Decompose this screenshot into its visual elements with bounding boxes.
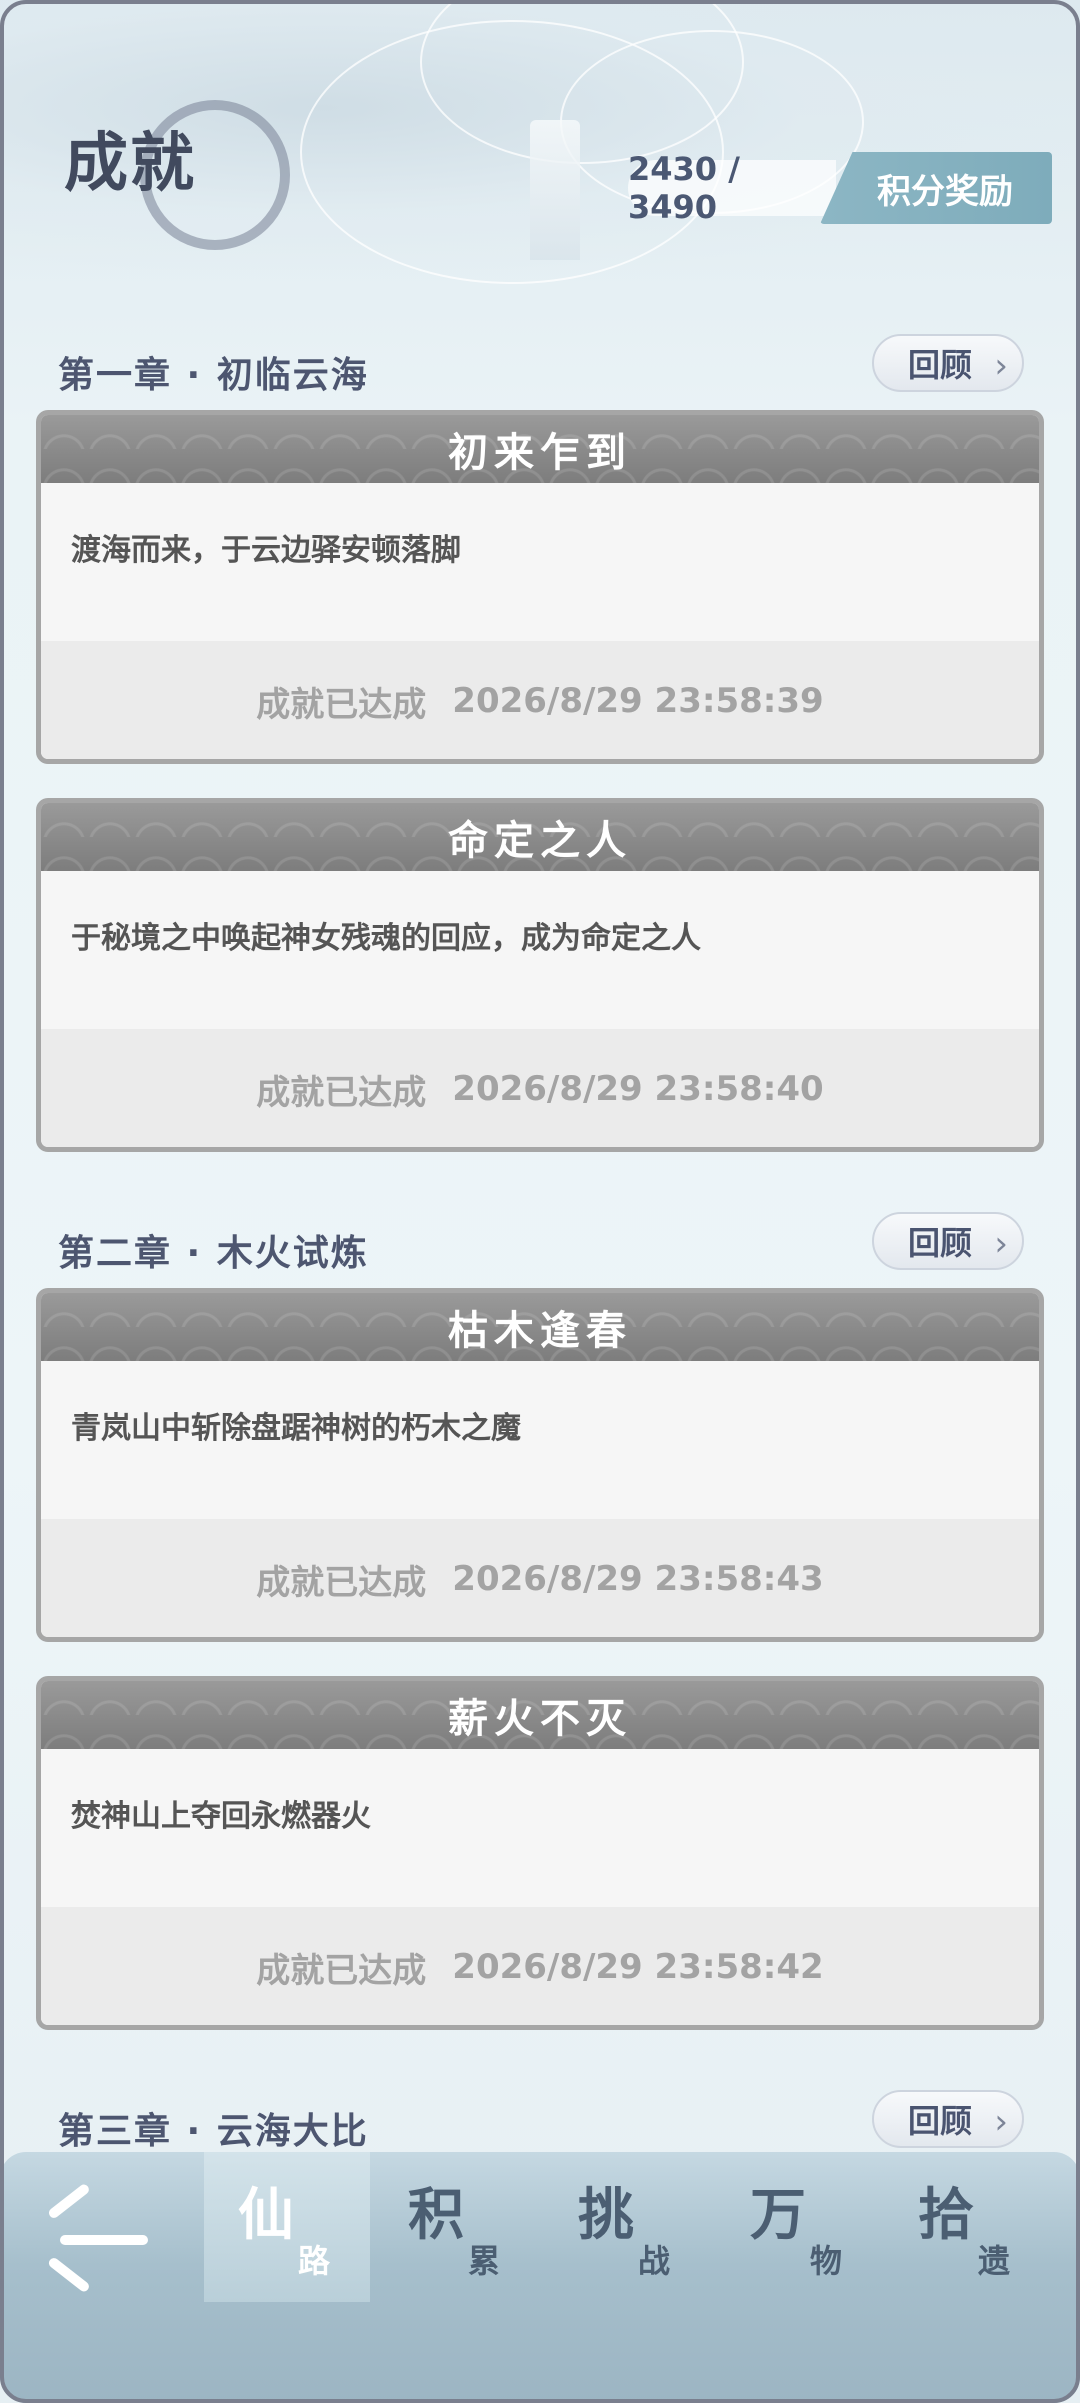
- card-header: 初来乍到: [41, 415, 1039, 483]
- timestamp: 2026/8/29 23:58:43: [452, 1559, 824, 1599]
- achievement-description: 渡海而来，于云边驿安顿落脚: [71, 533, 461, 568]
- achievement-description: 青岚山中斩除盘踞神树的朽木之魔: [71, 1411, 521, 1446]
- achievement-status: 成就已达成 2026/8/29 23:58:40: [41, 1029, 1039, 1147]
- achievement-card: 命定之人 于秘境之中唤起神女残魂的回应，成为命定之人 成就已达成 2026/8/…: [36, 798, 1044, 1152]
- tab-char: 仙: [238, 2182, 294, 2248]
- tab-subchar: 累: [468, 2242, 501, 2280]
- tab-jilei[interactable]: 积 累: [378, 2170, 538, 2290]
- timestamp: 2026/8/29 23:58:40: [452, 1069, 824, 1109]
- timestamp: 2026/8/29 23:58:39: [452, 681, 824, 721]
- chapter-title: 第三章 · 云海大比: [58, 2111, 369, 2152]
- tab-char: 拾: [918, 2182, 974, 2248]
- tab-xianlu[interactable]: 仙 路: [208, 2170, 368, 2290]
- chevron-right-icon: ›: [994, 346, 1008, 386]
- tab-shiyi[interactable]: 拾 遗: [888, 2170, 1048, 2290]
- tab-subchar: 战: [638, 2242, 671, 2280]
- achievement-status: 成就已达成 2026/8/29 23:58:43: [41, 1519, 1039, 1637]
- tab-char: 万: [750, 2182, 806, 2248]
- tab-subchar: 遗: [978, 2242, 1011, 2280]
- tab-tiaozhan[interactable]: 挑 战: [548, 2170, 708, 2290]
- tab-subchar: 物: [810, 2242, 843, 2280]
- chapter-header: 第三章 · 云海大比 回顾 ›: [0, 2090, 1080, 2156]
- achievement-card: 枯木逢春 青岚山中斩除盘踞神树的朽木之魔 成就已达成 2026/8/29 23:…: [36, 1288, 1044, 1642]
- achievement-title: 枯木逢春: [448, 1307, 632, 1354]
- chapter-title: 第一章 · 初临云海: [58, 355, 369, 396]
- chapter-header: 第二章 · 木火试炼 回顾 ›: [0, 1212, 1080, 1278]
- achievement-title: 薪火不灭: [448, 1695, 632, 1742]
- achievement-card: 薪火不灭 焚神山上夺回永燃器火 成就已达成 2026/8/29 23:58:42: [36, 1676, 1044, 2030]
- timestamp: 2026/8/29 23:58:42: [452, 1947, 824, 1987]
- back-arrow-icon[interactable]: [40, 2182, 170, 2295]
- review-button[interactable]: 回顾 ›: [872, 1212, 1024, 1270]
- status-text: 成就已达成: [256, 1072, 427, 1113]
- status-text: 成就已达成: [256, 1562, 427, 1603]
- review-label: 回顾: [908, 1224, 973, 1262]
- tab-subchar: 路: [298, 2242, 331, 2280]
- achievement-card: 初来乍到 渡海而来，于云边驿安顿落脚 成就已达成 2026/8/29 23:58…: [36, 410, 1044, 764]
- card-header: 枯木逢春: [41, 1293, 1039, 1361]
- points-reward-button[interactable]: 积分奖励: [820, 152, 1052, 224]
- status-text: 成就已达成: [256, 1950, 427, 1991]
- tab-char: 挑: [578, 2182, 634, 2248]
- card-header: 薪火不灭: [41, 1681, 1039, 1749]
- achievement-status: 成就已达成 2026/8/29 23:58:42: [41, 1907, 1039, 2025]
- tab-wanwu[interactable]: 万 物: [720, 2170, 880, 2290]
- achievement-title: 命定之人: [448, 817, 632, 864]
- page-title: 成就: [64, 126, 196, 201]
- achievement-description: 于秘境之中唤起神女残魂的回应，成为命定之人: [71, 921, 701, 956]
- achievement-title: 初来乍到: [448, 429, 632, 476]
- chapter-header: 第一章 · 初临云海 回顾 ›: [0, 334, 1080, 400]
- score-counter: 2430 / 3490: [628, 150, 836, 226]
- review-label: 回顾: [908, 2102, 973, 2140]
- review-button[interactable]: 回顾 ›: [872, 2090, 1024, 2148]
- chapter-title: 第二章 · 木火试炼: [58, 1233, 369, 1274]
- chevron-right-icon: ›: [994, 2102, 1008, 2142]
- tower-decoration: [530, 120, 580, 260]
- review-button[interactable]: 回顾 ›: [872, 334, 1024, 392]
- review-label: 回顾: [908, 346, 973, 384]
- status-text: 成就已达成: [256, 684, 427, 725]
- achievement-description: 焚神山上夺回永燃器火: [71, 1799, 371, 1834]
- achievement-status: 成就已达成 2026/8/29 23:58:39: [41, 641, 1039, 759]
- tab-char: 积: [408, 2182, 464, 2248]
- chevron-right-icon: ›: [994, 1224, 1008, 1264]
- card-header: 命定之人: [41, 803, 1039, 871]
